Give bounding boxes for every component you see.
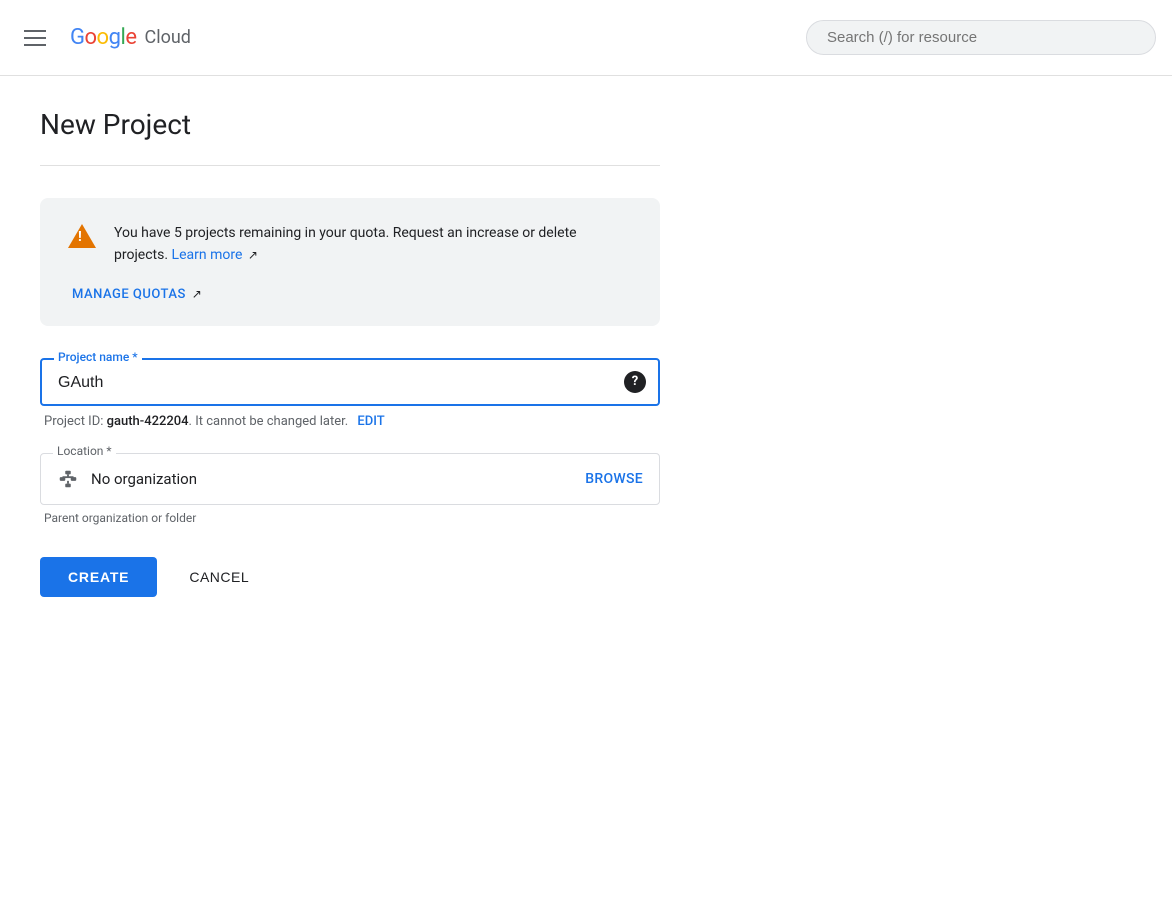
location-wrapper: Location * No organization BROWSE xyxy=(40,453,660,505)
location-field-group: Location * No organization BROWSE Parent… xyxy=(40,453,660,525)
project-name-input[interactable] xyxy=(58,374,614,392)
location-label: Location * xyxy=(53,444,116,458)
alert-message: You have 5 projects remaining in your qu… xyxy=(114,222,632,267)
header: Google Cloud xyxy=(0,0,1172,76)
help-icon[interactable]: ? xyxy=(624,371,646,393)
page-title: New Project xyxy=(40,108,660,141)
quota-alert-box: You have 5 projects remaining in your qu… xyxy=(40,198,660,326)
cancel-button[interactable]: CANCEL xyxy=(173,557,265,597)
manage-quotas-link[interactable]: MANAGE QUOTAS xyxy=(72,287,186,302)
page-divider xyxy=(40,165,660,166)
location-value: No organization xyxy=(91,470,579,488)
google-logo-text: Google xyxy=(70,25,136,50)
cloud-logo-text: Cloud xyxy=(144,27,190,48)
manage-quotas-external-icon: ↗ xyxy=(192,287,202,301)
manage-quotas-row: MANAGE QUOTAS ↗ xyxy=(68,283,632,302)
main-content: New Project You have 5 projects remainin… xyxy=(0,76,700,629)
create-button[interactable]: CREATE xyxy=(40,557,157,597)
learn-more-link[interactable]: Learn more xyxy=(172,247,243,263)
button-row: CREATE CANCEL xyxy=(40,557,660,597)
external-link-icon: ↗ xyxy=(248,246,258,265)
edit-project-id-link[interactable]: EDIT xyxy=(357,414,384,429)
warning-icon xyxy=(68,224,96,252)
parent-hint: Parent organization or folder xyxy=(44,511,660,525)
alert-row: You have 5 projects remaining in your qu… xyxy=(68,222,632,267)
project-name-field-group: Project name * ? Project ID: gauth-42220… xyxy=(40,358,660,429)
search-input[interactable] xyxy=(827,29,1135,46)
browse-link[interactable]: BROWSE xyxy=(585,471,643,487)
project-id-text: Project ID: gauth-422204. It cannot be c… xyxy=(44,414,660,429)
project-name-wrapper: Project name * ? xyxy=(40,358,660,406)
search-bar[interactable] xyxy=(806,20,1156,55)
project-name-label: Project name * xyxy=(54,350,142,364)
logo: Google Cloud xyxy=(70,25,191,50)
menu-button[interactable] xyxy=(16,22,54,54)
organization-icon xyxy=(57,468,79,490)
